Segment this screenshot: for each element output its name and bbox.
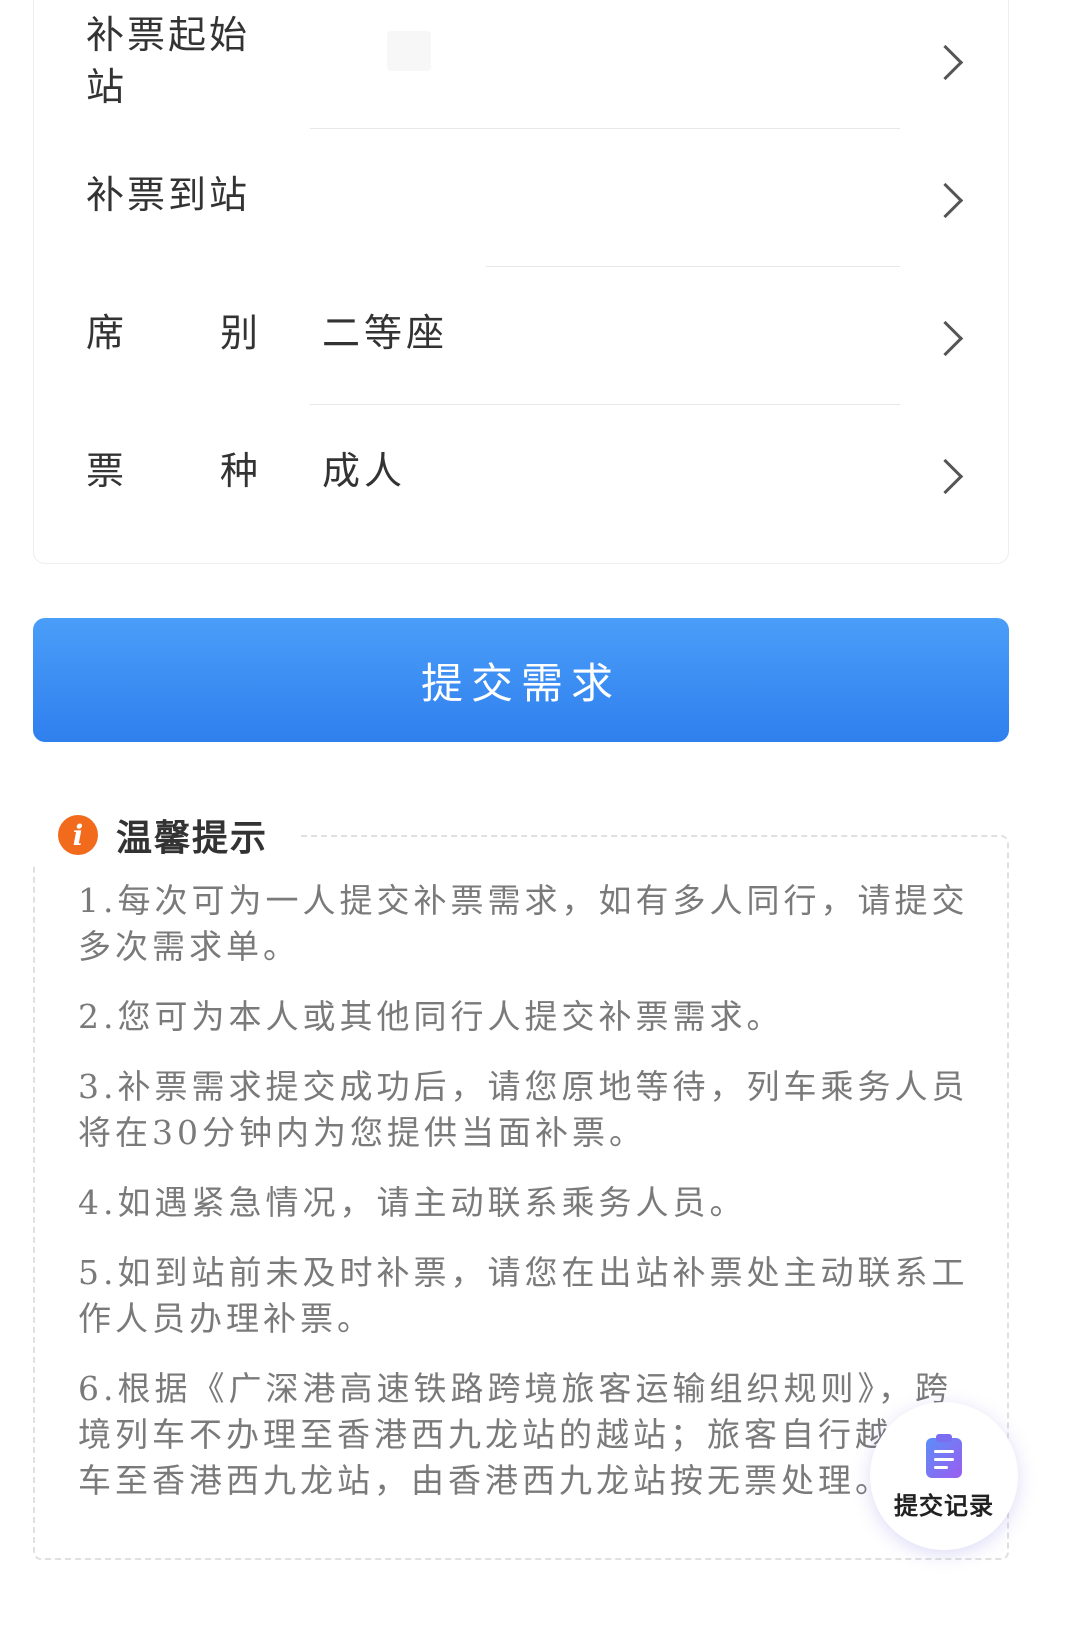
end-station-label: 补票到站 — [86, 173, 251, 217]
chevron-right-icon — [927, 44, 964, 81]
form-card: 补票起始站 补票到站 席 别 二等座 票 种 成人 — [33, 0, 1009, 564]
submission-records-label: 提交记录 — [894, 1491, 994, 1520]
seat-class-label: 席 别 — [86, 307, 261, 359]
submit-request-button[interactable]: 提交需求 — [33, 618, 1009, 742]
ticket-type-value: 成人 — [322, 449, 407, 493]
tip-item: 6.根据《广深港高速铁路跨境旅客运输组织规则》，跨境列车不办理至香港西九龙站的越… — [78, 1369, 966, 1500]
page: 补票起始站 补票到站 席 别 二等座 票 种 成人 提交需求 i 温馨提示 1.… — [0, 0, 1080, 1628]
row-start-station[interactable]: 补票起始站 — [34, 0, 1010, 123]
tips-title: 温馨提示 — [116, 818, 269, 859]
tip-item: 5.如到站前未及时补票，请您在出站补票处主动联系工作人员办理补票。 — [78, 1253, 969, 1338]
ticket-type-label-char: 种 — [219, 449, 261, 493]
chevron-right-icon — [927, 182, 964, 219]
chevron-right-icon — [927, 320, 964, 357]
seat-class-value: 二等座 — [322, 311, 449, 355]
clipboard-icon — [926, 1433, 962, 1478]
ticket-type-label-char: 票 — [86, 449, 128, 493]
start-station-label: 补票起始站 — [86, 13, 251, 109]
tip-item: 1.每次可为一人提交补票需求，如有多人同行，请提交多次需求单。 — [78, 881, 969, 966]
chevron-right-icon — [927, 458, 964, 495]
row-seat-class[interactable]: 席 别 二等座 — [34, 267, 1010, 409]
ticket-type-label: 票 种 — [86, 445, 261, 497]
tips-list: 1.每次可为一人提交补票需求，如有多人同行，请提交多次需求单。 2.您可为本人或… — [78, 878, 978, 1528]
seat-class-label-char: 别 — [219, 311, 261, 355]
tip-item: 3.补票需求提交成功后，请您原地等待，列车乘务人员将在30分钟内为您提供当面补票… — [78, 1067, 969, 1152]
submission-records-button[interactable]: 提交记录 — [870, 1402, 1018, 1550]
row-end-station[interactable]: 补票到站 — [34, 129, 1010, 271]
tip-item: 4.如遇紧急情况，请主动联系乘务人员。 — [78, 1183, 747, 1222]
start-station-value-placeholder — [387, 31, 431, 71]
tips-header: i 温馨提示 — [28, 805, 299, 865]
row-ticket-type[interactable]: 票 种 成人 — [34, 405, 1010, 547]
seat-class-label-char: 席 — [86, 311, 128, 355]
tip-item: 2.您可为本人或其他同行人提交补票需求。 — [78, 997, 784, 1036]
info-icon: i — [58, 815, 98, 855]
